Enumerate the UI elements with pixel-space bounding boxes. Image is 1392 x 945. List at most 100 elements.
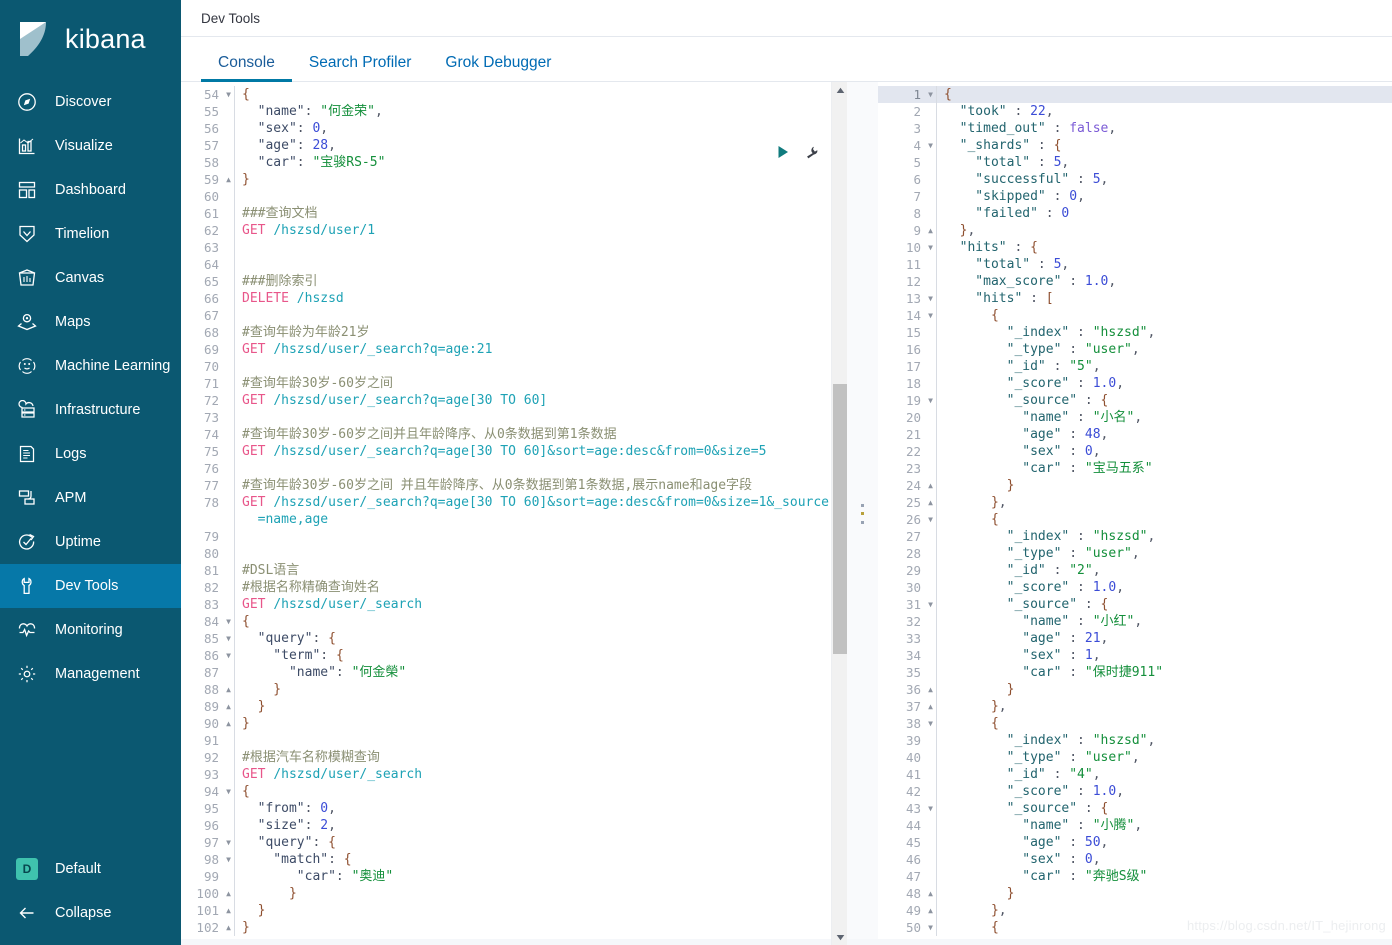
fold-up-icon[interactable]: ▲: [223, 171, 234, 188]
request-line[interactable]: 92 #根据汽车名称模糊查询: [181, 749, 847, 766]
sidebar-item-infrastructure[interactable]: Infrastructure: [0, 388, 181, 432]
fold-up-icon[interactable]: ▲: [223, 902, 234, 919]
fold-up-icon[interactable]: ▲: [223, 715, 234, 732]
response-line[interactable]: 48 ▲ }: [878, 885, 1392, 902]
response-line[interactable]: 16 "_type" : "user",: [878, 341, 1392, 358]
fold-down-icon[interactable]: ▼: [925, 919, 936, 936]
fold-down-icon[interactable]: ▼: [925, 239, 936, 256]
fold-down-icon[interactable]: ▼: [925, 290, 936, 307]
response-line[interactable]: 44 "name" : "小腾",: [878, 817, 1392, 834]
request-line[interactable]: 100 ▲ }: [181, 885, 847, 902]
request-line[interactable]: 93 GET /hszsd/user/_search: [181, 766, 847, 783]
fold-up-icon[interactable]: ▲: [223, 698, 234, 715]
sidebar-item-canvas[interactable]: Canvas: [0, 256, 181, 300]
fold-down-icon[interactable]: ▼: [925, 596, 936, 613]
response-line[interactable]: 9 ▲ },: [878, 222, 1392, 239]
response-line[interactable]: 15 "_index" : "hszsd",: [878, 324, 1392, 341]
fold-down-icon[interactable]: ▼: [925, 715, 936, 732]
request-line[interactable]: 81 #DSL语言: [181, 562, 847, 579]
response-line[interactable]: 22 "sex" : 0,: [878, 443, 1392, 460]
fold-up-icon[interactable]: ▲: [925, 885, 936, 902]
space-selector-default[interactable]: D Default: [0, 847, 181, 891]
request-line[interactable]: 91: [181, 732, 847, 749]
request-editor-pane[interactable]: 54 ▼{55 "name": "何金荣", 56 "sex": 0, 57 "age…: [181, 82, 847, 945]
response-line[interactable]: 4 ▼ "_shards" : {: [878, 137, 1392, 154]
request-line[interactable]: 75 GET /hszsd/user/_search?q=age[30 TO 60…: [181, 443, 847, 460]
wrench-icon[interactable]: [804, 145, 819, 160]
fold-up-icon[interactable]: ▲: [925, 222, 936, 239]
request-line[interactable]: 83 GET /hszsd/user/_search: [181, 596, 847, 613]
request-line[interactable]: 95 "from": 0,: [181, 800, 847, 817]
sidebar-item-monitoring[interactable]: Monitoring: [0, 608, 181, 652]
request-line[interactable]: 66 DELETE /hszsd: [181, 290, 847, 307]
response-line[interactable]: 29 "_id" : "2",: [878, 562, 1392, 579]
response-line[interactable]: 2 "took" : 22,: [878, 103, 1392, 120]
response-line[interactable]: 11 "total" : 5,: [878, 256, 1392, 273]
response-line[interactable]: 24 ▲ }: [878, 477, 1392, 494]
response-line[interactable]: 37 ▲ },: [878, 698, 1392, 715]
response-line[interactable]: 36 ▲ }: [878, 681, 1392, 698]
response-line[interactable]: 12 "max_score" : 1.0,: [878, 273, 1392, 290]
fold-down-icon[interactable]: ▼: [925, 392, 936, 409]
sidebar-item-logs[interactable]: Logs: [0, 432, 181, 476]
response-line[interactable]: 34 "sex" : 1,: [878, 647, 1392, 664]
request-line[interactable]: 67: [181, 307, 847, 324]
fold-down-icon[interactable]: ▼: [223, 783, 234, 800]
response-line[interactable]: 43 ▼ "_source" : {: [878, 800, 1392, 817]
scroll-down-icon[interactable]: [832, 929, 847, 945]
request-line[interactable]: 68 #查询年龄为年龄21岁: [181, 324, 847, 341]
sidebar-item-uptime[interactable]: Uptime: [0, 520, 181, 564]
request-line[interactable]: 85 ▼ "query": {: [181, 630, 847, 647]
fold-down-icon[interactable]: ▼: [925, 511, 936, 528]
play-icon[interactable]: [775, 144, 791, 160]
tab-grok-debugger[interactable]: Grok Debugger: [428, 54, 568, 82]
response-line[interactable]: 23 "car" : "宝马五系": [878, 460, 1392, 477]
response-editor-code[interactable]: 1 ▼{2 "took" : 22, 3 "timed_out" : false, 4…: [878, 82, 1392, 936]
response-line[interactable]: 40 "_type" : "user",: [878, 749, 1392, 766]
response-line[interactable]: 19 ▼ "_source" : {: [878, 392, 1392, 409]
request-line[interactable]: 94 ▼ {: [181, 783, 847, 800]
request-line[interactable]: 102 ▲}: [181, 919, 847, 936]
request-line[interactable]: 84 ▼ {: [181, 613, 847, 630]
response-line[interactable]: 8 "failed" : 0: [878, 205, 1392, 222]
response-line[interactable]: 30 "_score" : 1.0,: [878, 579, 1392, 596]
brand-header[interactable]: kibana: [0, 0, 181, 78]
response-line[interactable]: 1 ▼ {: [878, 86, 1392, 103]
response-line[interactable]: 25 ▲ },: [878, 494, 1392, 511]
response-line[interactable]: 7 "skipped" : 0,: [878, 188, 1392, 205]
request-line[interactable]: 78 GET /hszsd/user/_search?q=age[30 TO 60…: [181, 494, 847, 511]
response-line[interactable]: 21 "age" : 48,: [878, 426, 1392, 443]
request-line[interactable]: 76: [181, 460, 847, 477]
sidebar-item-apm[interactable]: APM: [0, 476, 181, 520]
response-line[interactable]: 3 "timed_out" : false,: [878, 120, 1392, 137]
response-line[interactable]: 5 "total" : 5,: [878, 154, 1392, 171]
tab-console[interactable]: Console: [201, 54, 292, 82]
fold-down-icon[interactable]: ▼: [223, 834, 234, 851]
response-line[interactable]: 18 "_score" : 1.0,: [878, 375, 1392, 392]
collapse-button[interactable]: Collapse: [0, 891, 181, 935]
response-line[interactable]: 42 "_score" : 1.0,: [878, 783, 1392, 800]
request-line[interactable]: 59 ▲}: [181, 171, 847, 188]
sidebar-item-visualize[interactable]: Visualize: [0, 124, 181, 168]
request-line[interactable]: 64: [181, 256, 847, 273]
request-line[interactable]: 72 GET /hszsd/user/_search?q=age[30 TO 60…: [181, 392, 847, 409]
request-line[interactable]: 89 ▲ }: [181, 698, 847, 715]
request-line[interactable]: 70: [181, 358, 847, 375]
request-line[interactable]: 54 ▼ {: [181, 86, 847, 103]
response-line[interactable]: 6 "successful" : 5,: [878, 171, 1392, 188]
response-line[interactable]: 47 "car" : "奔驰S级": [878, 868, 1392, 885]
response-line[interactable]: 14 ▼ {: [878, 307, 1392, 324]
fold-up-icon[interactable]: ▲: [223, 919, 234, 936]
sidebar-item-timelion[interactable]: Timelion: [0, 212, 181, 256]
response-editor-pane[interactable]: 1 ▼{2 "took" : 22, 3 "timed_out" : false, 4…: [878, 82, 1392, 945]
request-line[interactable]: 98 ▼ "match": {: [181, 851, 847, 868]
sidebar-item-dev-tools[interactable]: Dev Tools: [0, 564, 181, 608]
fold-up-icon[interactable]: ▲: [925, 698, 936, 715]
fold-down-icon[interactable]: ▼: [223, 613, 234, 630]
tab-search-profiler[interactable]: Search Profiler: [292, 54, 429, 82]
fold-down-icon[interactable]: ▼: [925, 137, 936, 154]
request-line[interactable]: 77 #查询年龄30岁-60岁之间 并且年龄降序、从0条数据到第1条数据,展示na…: [181, 477, 847, 494]
request-line[interactable]: 61 ###查询文档: [181, 205, 847, 222]
fold-down-icon[interactable]: ▼: [223, 630, 234, 647]
request-line[interactable]: 73: [181, 409, 847, 426]
